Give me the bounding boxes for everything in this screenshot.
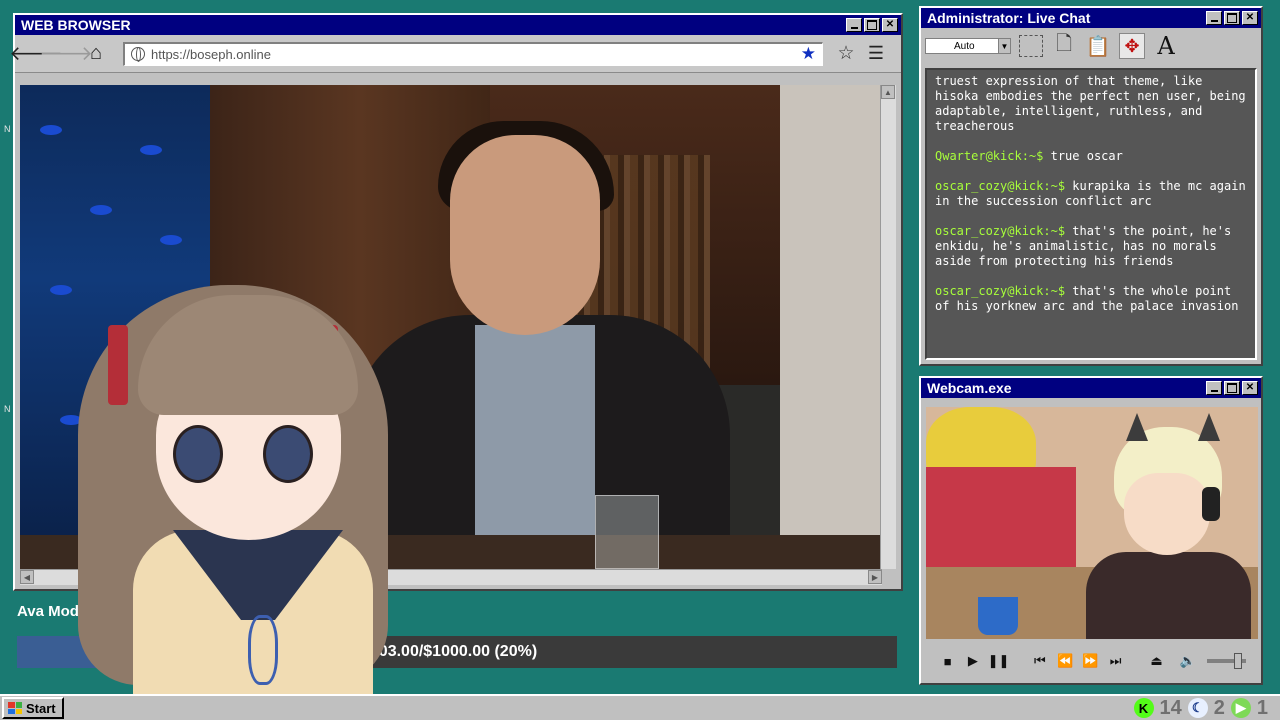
fish-shape [50,285,72,295]
character-sweater [1086,552,1251,639]
person-head [450,135,600,335]
minimize-button[interactable] [846,18,862,32]
maximize-button[interactable] [1224,11,1240,25]
chat-text: true oscar [1050,149,1123,163]
start-button[interactable]: Start [2,697,64,719]
play-count: 1 [1256,696,1268,719]
move-icon[interactable]: ✥ [1119,33,1145,59]
select-icon[interactable] [1019,35,1043,57]
webcam-title: Webcam.exe [927,380,1012,396]
vtuber-avatar [78,275,408,720]
star-filled-icon[interactable]: ★ [801,44,816,64]
fish-shape [140,145,162,155]
system-tray: K 14 ☾ 2 ▶ 1 [1133,696,1279,720]
minimize-button[interactable] [1206,381,1222,395]
webcam-view [926,407,1258,639]
fish-shape [160,235,182,245]
copy-icon[interactable]: 🗋 [1051,33,1077,59]
close-button[interactable] [882,18,898,32]
moon-count: 2 [1213,696,1225,719]
chevron-down-icon[interactable]: ▼ [998,39,1010,53]
kick-viewer-count: 14 [1159,696,1182,719]
maximize-button[interactable] [864,18,880,32]
maximize-button[interactable] [1224,381,1240,395]
chat-username: Qwarter@kick:~$ [935,149,1044,163]
chat-message: oscar_cozy@kick:~$ kurapika is the mc ag… [935,179,1247,209]
chat-username: oscar_cozy@kick:~$ [935,179,1066,193]
url-text[interactable]: https://boseph.online [151,47,801,62]
fast-forward-icon[interactable]: ⏩ [1081,651,1100,671]
cat-ear [1198,413,1220,441]
avatar-eye [263,425,313,483]
scroll-left-icon[interactable]: ◀ [20,570,34,584]
avatar-bow [248,615,278,685]
home-icon[interactable]: ⌂ [83,41,109,67]
zoom-select[interactable]: Auto ▼ [925,38,1011,54]
windows-logo-icon [8,702,22,714]
taskbar: Start K 14 ☾ 2 ▶ 1 [0,694,1280,720]
chat-toolbar: Auto ▼ 🗋 📋 ✥ A [921,28,1261,64]
skip-back-icon[interactable]: ⏮ [1030,651,1049,671]
stop-icon[interactable]: ■ [938,651,957,671]
kick-icon[interactable]: K [1133,698,1154,718]
chat-message: oscar_cozy@kick:~$ that's the whole poin… [935,284,1247,314]
chat-titlebar[interactable]: Administrator: Live Chat [921,8,1261,28]
fish-shape [40,125,62,135]
scroll-up-icon[interactable]: ▲ [881,85,895,99]
volume-slider[interactable] [1207,653,1246,669]
cat-ear [1126,413,1148,441]
moon-icon[interactable]: ☾ [1187,698,1208,718]
chat-text: truest expression of that theme, like hi… [935,74,1246,133]
webcam-titlebar[interactable]: Webcam.exe [921,378,1261,398]
chat-window: Administrator: Live Chat Auto ▼ 🗋 📋 ✥ A … [919,6,1263,366]
vertical-scrollbar[interactable]: ▲ [880,85,896,569]
play-icon[interactable]: ▶ [963,651,982,671]
play-circle-icon[interactable]: ▶ [1230,698,1251,718]
paste-icon[interactable]: 📋 [1085,33,1111,59]
pause-icon[interactable]: ❚❚ [988,651,1010,671]
wall [780,85,882,569]
chat-username: oscar_cozy@kick:~$ [935,224,1066,238]
headphones [1202,487,1220,521]
arrow-right-icon[interactable]: 🡒 [39,41,93,67]
browser-title: WEB BROWSER [21,17,131,33]
star-outline-icon[interactable]: ☆ [833,41,859,67]
browser-titlebar[interactable]: WEB BROWSER [15,15,901,35]
close-button[interactable] [1242,381,1258,395]
zoom-select-value: Auto [954,40,975,52]
minimize-button[interactable] [1206,11,1222,25]
start-label: Start [26,700,56,716]
chat-username: oscar_cozy@kick:~$ [935,284,1066,298]
globe-icon [131,47,145,62]
fish-shape [90,205,112,215]
chat-log[interactable]: truest expression of that theme, like hi… [925,68,1257,360]
volume-icon[interactable]: 🔈 [1178,651,1197,671]
chat-message: Qwarter@kick:~$ true oscar [935,149,1247,164]
skip-forward-icon[interactable]: ⏭ [1106,651,1125,671]
scroll-right-icon[interactable]: ▶ [868,570,882,584]
goal-label: Ava Mod [17,603,79,620]
mug [978,597,1018,635]
address-bar[interactable]: https://boseph.online ★ [123,41,823,66]
water-glass [595,495,659,569]
browser-navbar: 🡐 🡒 ⌂ https://boseph.online ★ ☆ ☰ [9,35,901,73]
avatar-eye [173,425,223,483]
webcam-window: Webcam.exe ■ ▶ ❚❚ ⏮ ⏪ ⏩ ⏭ ⏏ 🔈 [919,376,1263,685]
chat-title: Administrator: Live Chat [927,10,1091,26]
text-icon[interactable]: A [1153,32,1179,60]
avatar-ribbon [108,325,128,405]
character-face [1124,473,1210,555]
rewind-icon[interactable]: ⏪ [1055,651,1074,671]
media-controls: ■ ▶ ❚❚ ⏮ ⏪ ⏩ ⏭ ⏏ 🔈 [926,644,1258,678]
hamburger-icon[interactable]: ☰ [863,41,889,67]
chat-message: truest expression of that theme, like hi… [935,74,1247,134]
eject-icon[interactable]: ⏏ [1147,651,1166,671]
person-shirt [475,325,595,569]
close-button[interactable] [1242,11,1258,25]
chat-message: oscar_cozy@kick:~$ that's the point, he'… [935,224,1247,269]
